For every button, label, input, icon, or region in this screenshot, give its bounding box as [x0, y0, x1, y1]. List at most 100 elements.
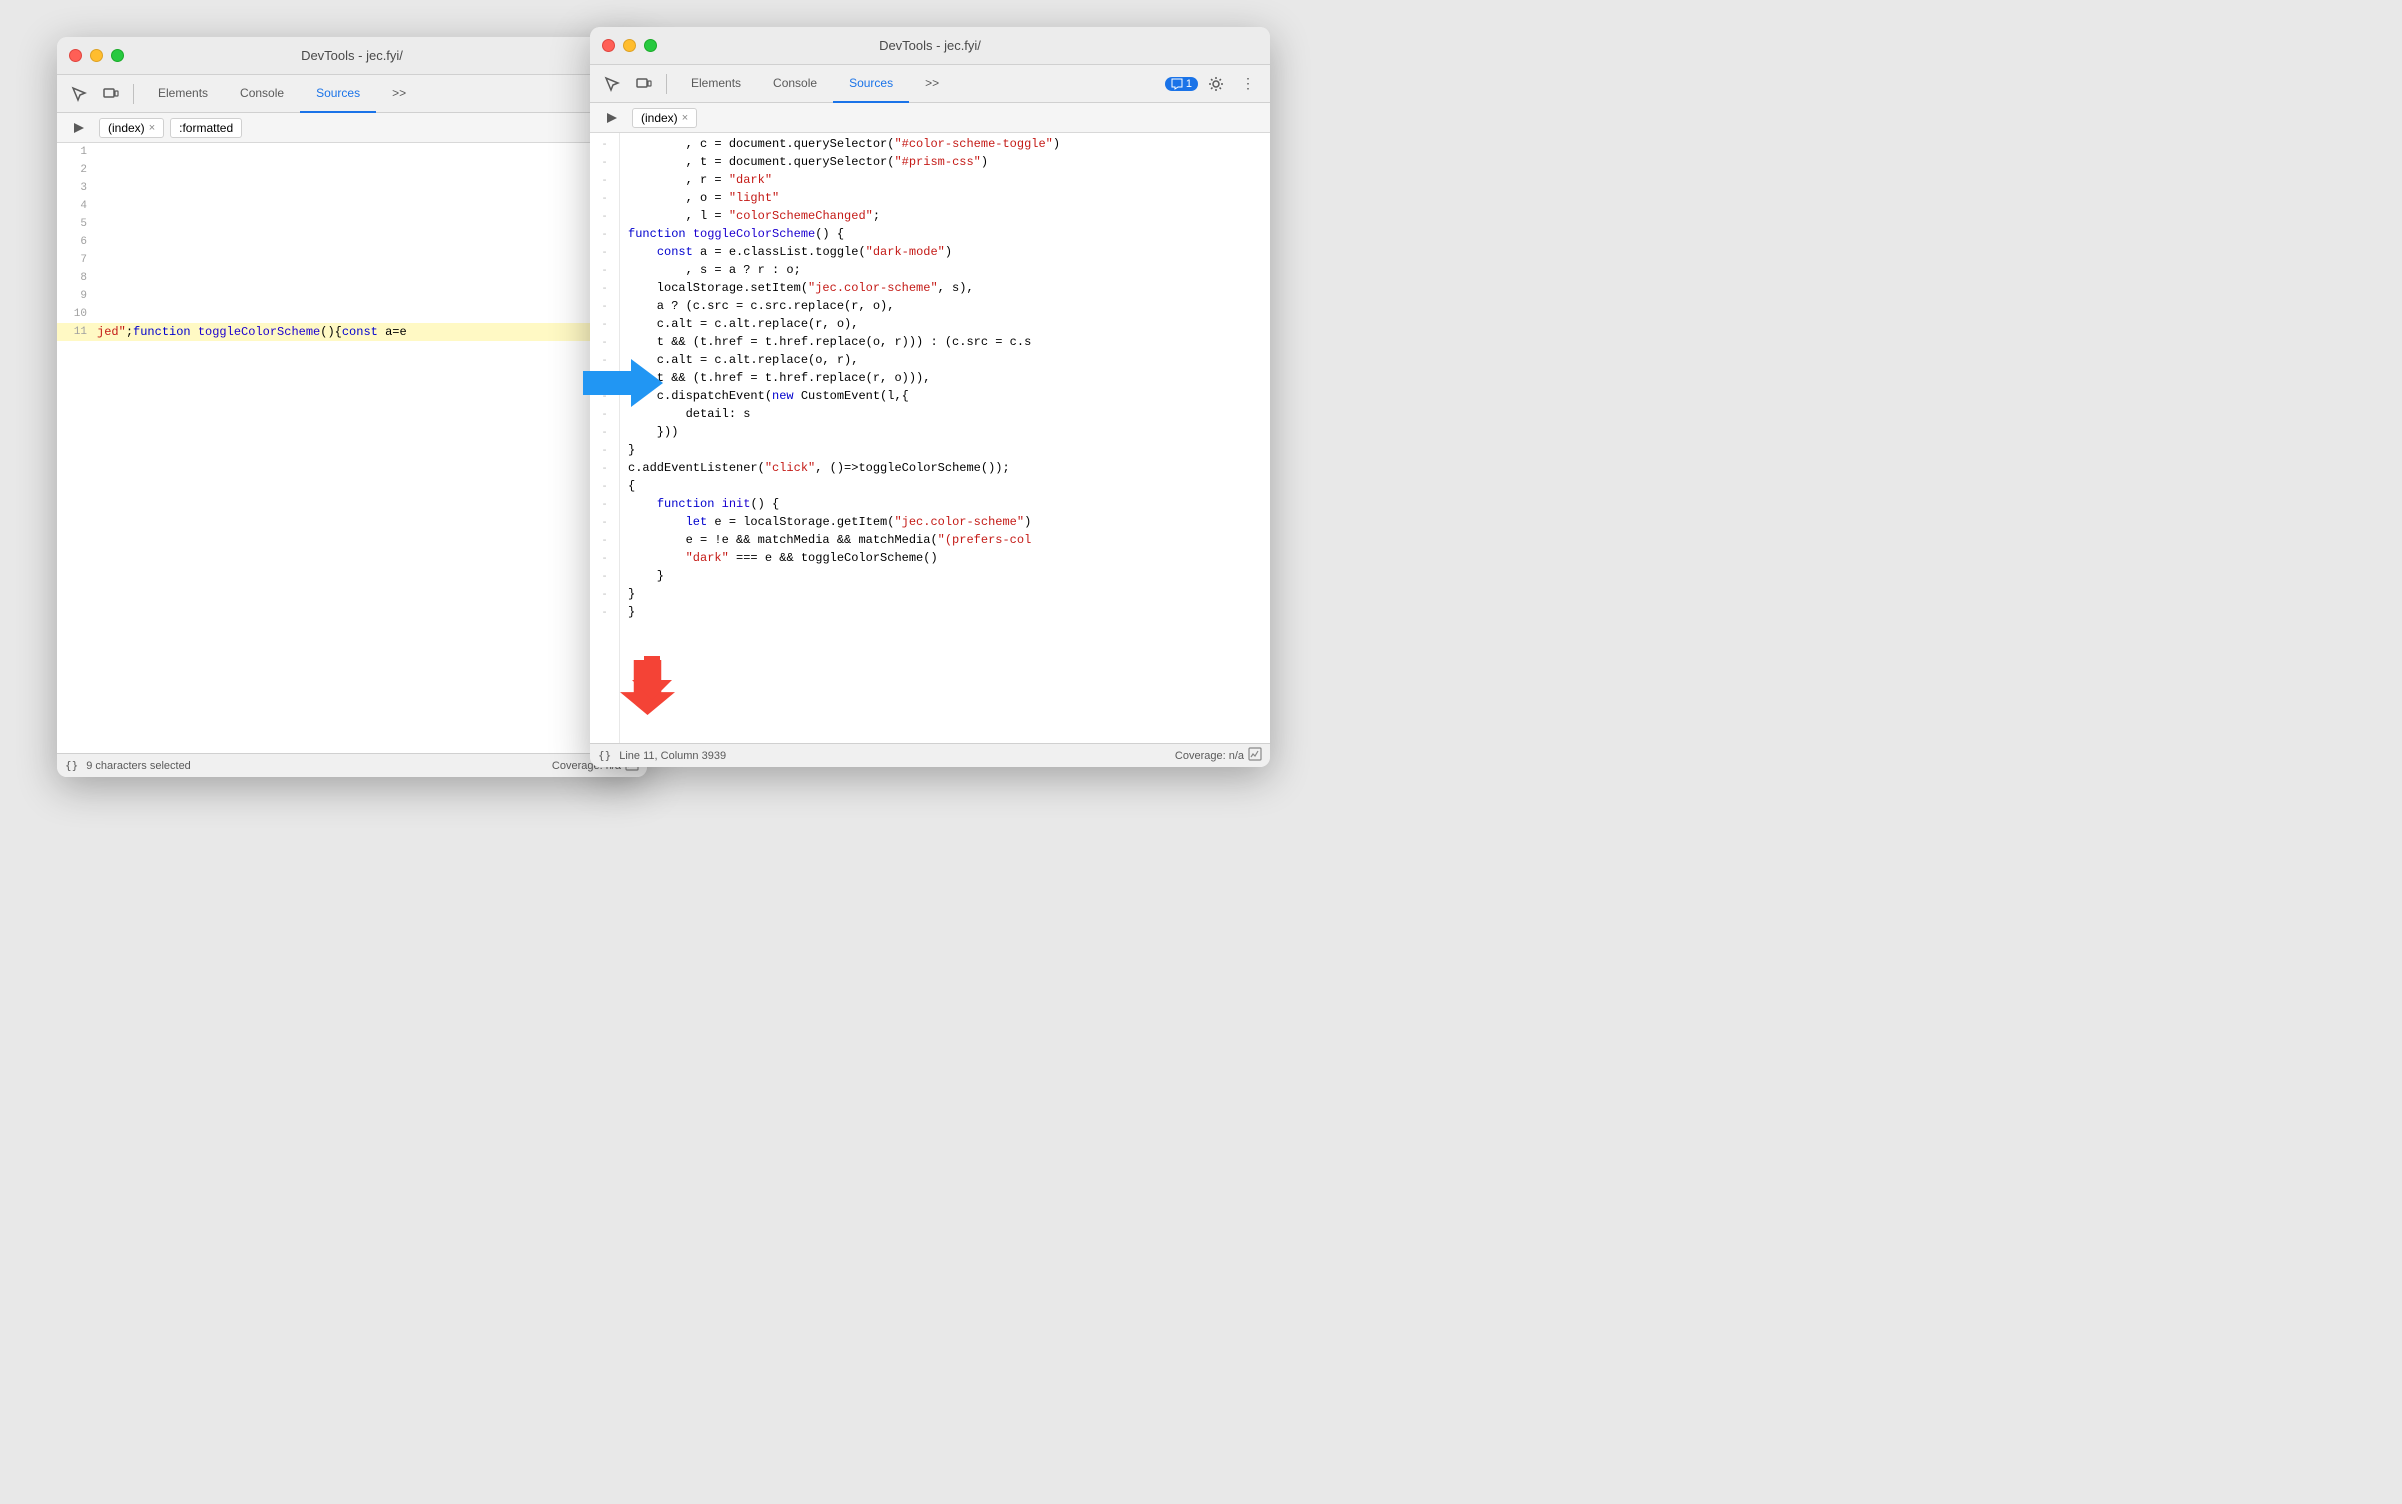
- coverage-icon-2: [1248, 747, 1262, 764]
- code-line-3: 3: [57, 179, 647, 197]
- tab-elements-1[interactable]: Elements: [142, 75, 224, 113]
- sources-nav-icon[interactable]: [65, 114, 93, 142]
- toolbar-divider-1: [133, 84, 134, 104]
- toolbar-1: Elements Console Sources >>: [57, 75, 647, 113]
- code-line-w2-22: let e = localStorage.getItem("jec.color-…: [628, 513, 1262, 531]
- file-tab-index-2[interactable]: (index) ×: [632, 108, 697, 128]
- more-icon[interactable]: ⋮: [1234, 70, 1262, 98]
- tab-console-2[interactable]: Console: [757, 65, 833, 103]
- maximize-button-2[interactable]: [644, 39, 657, 52]
- red-arrow-indicator: [630, 656, 674, 700]
- gutter-line: -: [590, 495, 619, 513]
- close-button-1[interactable]: [69, 49, 82, 62]
- gutter-line: -: [590, 171, 619, 189]
- file-tab-formatted[interactable]: :formatted: [170, 118, 242, 138]
- code-editor-1: 1 2 3 4 5: [57, 143, 647, 753]
- code-line-w2-2: , t = document.querySelector("#prism-css…: [628, 153, 1262, 171]
- gutter-line: -: [590, 135, 619, 153]
- gutter-line: -: [590, 279, 619, 297]
- traffic-lights-2: [602, 39, 657, 52]
- code-line-w2-7: const a = e.classList.toggle("dark-mode"…: [628, 243, 1262, 261]
- devtools-window-1: DevTools - jec.fyi/ Elements Console Sou…: [57, 37, 647, 777]
- tab-more-2[interactable]: >>: [909, 65, 955, 103]
- code-line-w2-13: c.alt = c.alt.replace(o, r),: [628, 351, 1262, 369]
- blue-arrow: [583, 358, 663, 408]
- gutter-line: -: [590, 531, 619, 549]
- toolbar-2: Elements Console Sources >> 1: [590, 65, 1270, 103]
- sources-subtoolbar-1: (index) × :formatted: [57, 113, 647, 143]
- device-icon-2[interactable]: [630, 70, 658, 98]
- gutter-line: -: [590, 207, 619, 225]
- tab-elements-2[interactable]: Elements: [675, 65, 757, 103]
- code-line-w2-18: }: [628, 441, 1262, 459]
- code-line-w2-9: localStorage.setItem("jec.color-scheme",…: [628, 279, 1262, 297]
- minimize-button-2[interactable]: [623, 39, 636, 52]
- code-line-w2-19: c.addEventListener("click", ()=>toggleCo…: [628, 459, 1262, 477]
- code-line-w2-3: , r = "dark": [628, 171, 1262, 189]
- code-line-w2-23: e = !e && matchMedia && matchMedia("(pre…: [628, 531, 1262, 549]
- code-line-8: 8: [57, 269, 647, 287]
- tab-more-1[interactable]: >>: [376, 75, 422, 113]
- minimize-button-1[interactable]: [90, 49, 103, 62]
- status-bar-1: {} 9 characters selected Coverage: n/a: [57, 753, 647, 777]
- status-bar-2: {} Line 11, Column 3939 Coverage: n/a: [590, 743, 1270, 767]
- code-line-w2-1: , c = document.querySelector("#color-sch…: [628, 135, 1262, 153]
- settings-icon[interactable]: [1202, 70, 1230, 98]
- tab-sources-1[interactable]: Sources: [300, 75, 376, 113]
- chat-badge[interactable]: 1: [1165, 77, 1198, 91]
- close-button-2[interactable]: [602, 39, 615, 52]
- code-line-9: 9: [57, 287, 647, 305]
- device-icon[interactable]: [97, 80, 125, 108]
- status-text-1: 9 characters selected: [86, 760, 191, 772]
- inspect-icon[interactable]: [65, 80, 93, 108]
- sources-subtoolbar-2: (index) ×: [590, 103, 1270, 133]
- code-line-w2-6: function toggleColorScheme() {: [628, 225, 1262, 243]
- sources-nav-icon-2[interactable]: [598, 104, 626, 132]
- gutter-line: -: [590, 477, 619, 495]
- gutter-line: -: [590, 189, 619, 207]
- gutter-line: -: [590, 513, 619, 531]
- gutter-line: -: [590, 423, 619, 441]
- gutter-line: -: [590, 297, 619, 315]
- code-line-w2-4: , o = "light": [628, 189, 1262, 207]
- gutter-2: - - - - - - - - - - - - - - -: [590, 133, 620, 743]
- window-content-1: Elements Console Sources >> (index) × :f…: [57, 75, 647, 777]
- inspect-icon-2[interactable]: [598, 70, 626, 98]
- file-tab-close[interactable]: ×: [149, 122, 155, 134]
- maximize-button-1[interactable]: [111, 49, 124, 62]
- format-button-1[interactable]: {}: [65, 759, 78, 772]
- window-title-2: DevTools - jec.fyi/: [879, 38, 981, 53]
- devtools-window-2: DevTools - jec.fyi/ Elements Console Sou…: [590, 27, 1270, 767]
- gutter-line: -: [590, 459, 619, 477]
- code-line-w2-14: t && (t.href = t.href.replace(r, o))),: [628, 369, 1262, 387]
- code-content-1: 1 2 3 4 5: [57, 143, 647, 341]
- gutter-line: -: [590, 153, 619, 171]
- traffic-lights-1: [69, 49, 124, 62]
- toolbar-divider-2: [666, 74, 667, 94]
- file-tab-index[interactable]: (index) ×: [99, 118, 164, 138]
- gutter-line: -: [590, 225, 619, 243]
- window-title-1: DevTools - jec.fyi/: [301, 48, 403, 63]
- file-tab-label-2: (index): [641, 111, 678, 125]
- format-button-2[interactable]: {}: [598, 749, 611, 762]
- gutter-line: -: [590, 333, 619, 351]
- code-line-w2-17: })): [628, 423, 1262, 441]
- code-line-w2-26: }: [628, 585, 1262, 603]
- code-line-w2-5: , l = "colorSchemeChanged";: [628, 207, 1262, 225]
- code-line-11: 11 jed";function toggleColorScheme(){con…: [57, 323, 647, 341]
- code-line-2: 2: [57, 161, 647, 179]
- code-line-4: 4: [57, 197, 647, 215]
- tab-console-1[interactable]: Console: [224, 75, 300, 113]
- coverage-text-2: Coverage: n/a: [1175, 750, 1244, 762]
- window-content-2: Elements Console Sources >> 1: [590, 65, 1270, 767]
- code-container-2: - - - - - - - - - - - - - - -: [590, 133, 1270, 743]
- gutter-line: -: [590, 441, 619, 459]
- file-tab-formatted-label: :formatted: [179, 121, 233, 135]
- tab-sources-2[interactable]: Sources: [833, 65, 909, 103]
- code-line-w2-27: }: [628, 603, 1262, 621]
- file-tab-close-2[interactable]: ×: [682, 112, 688, 124]
- titlebar-1: DevTools - jec.fyi/: [57, 37, 647, 75]
- titlebar-2: DevTools - jec.fyi/: [590, 27, 1270, 65]
- gutter-line: -: [590, 567, 619, 585]
- code-lines-2: , c = document.querySelector("#color-sch…: [620, 133, 1270, 743]
